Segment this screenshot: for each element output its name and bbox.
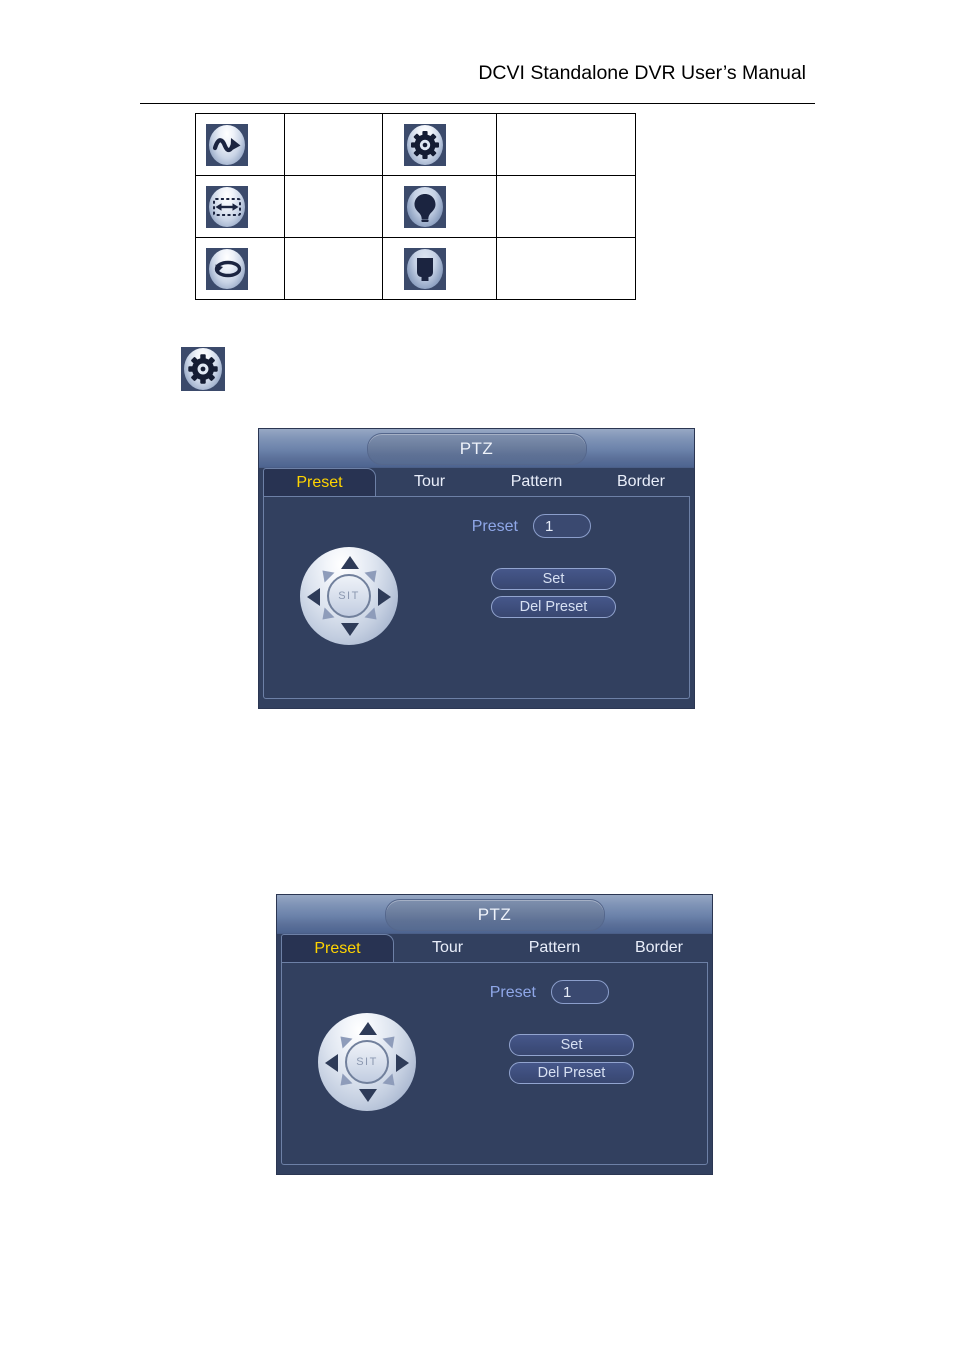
- ptz-window-top: PTZ Preset Tour Pattern Border Preset 1 …: [258, 428, 695, 709]
- ptz-titlebar: PTZ: [277, 895, 712, 934]
- dpad-center-button[interactable]: SIT: [345, 1040, 389, 1084]
- page-header-title: DCVI Standalone DVR User’s Manual: [478, 62, 806, 84]
- table-cell-icon: [382, 237, 497, 300]
- ptz-panel-preset: Preset 1 Set Del Preset SIT: [281, 962, 708, 1165]
- dpad-left-icon[interactable]: [325, 1054, 338, 1072]
- tab-border[interactable]: Border: [608, 934, 710, 962]
- set-button[interactable]: Set: [491, 568, 616, 590]
- dpad-down-icon[interactable]: [341, 623, 359, 636]
- dpad-up-right-icon[interactable]: [384, 1035, 397, 1048]
- set-button[interactable]: Set: [509, 1034, 634, 1056]
- wiper-icon: [404, 247, 446, 290]
- del-preset-button[interactable]: Del Preset: [509, 1062, 634, 1084]
- tab-tour[interactable]: Tour: [376, 468, 483, 496]
- dpad-down-left-icon[interactable]: [337, 1077, 350, 1090]
- dpad-up-left-icon[interactable]: [337, 1035, 350, 1048]
- table-cell-desc: [496, 237, 636, 300]
- dpad-up-right-icon[interactable]: [366, 569, 379, 582]
- tab-tour[interactable]: Tour: [394, 934, 501, 962]
- tab-pattern[interactable]: Pattern: [501, 934, 608, 962]
- ptz-tab-bar: Preset Tour Pattern Border: [277, 934, 712, 962]
- table-row: [195, 113, 636, 176]
- table-row: [195, 237, 636, 300]
- icon-legend-table: [195, 113, 636, 300]
- tab-preset[interactable]: Preset: [281, 934, 394, 962]
- dpad-right-icon[interactable]: [378, 588, 391, 606]
- dpad-up-left-icon[interactable]: [319, 569, 332, 582]
- gear-icon: [404, 123, 446, 166]
- ptz-window-bottom: PTZ Preset Tour Pattern Border Preset 1 …: [276, 894, 713, 1175]
- preset-input[interactable]: 1: [533, 514, 591, 538]
- table-cell-icon: [382, 113, 497, 176]
- standalone-gear-icon-wrapper: [181, 347, 225, 391]
- dpad-up-icon[interactable]: [359, 1022, 377, 1035]
- table-row: [195, 175, 636, 238]
- table-cell-desc: [284, 237, 383, 300]
- preset-input[interactable]: 1: [551, 980, 609, 1004]
- ptz-panel-preset: Preset 1 Set Del Preset SIT: [263, 496, 690, 699]
- ptz-titlebar: PTZ: [259, 429, 694, 468]
- dpad-down-right-icon[interactable]: [366, 611, 379, 624]
- table-cell-desc: [284, 175, 383, 238]
- table-cell-icon: [195, 237, 285, 300]
- preset-label: Preset: [489, 984, 536, 1001]
- auto-pan-rotate-icon: [206, 247, 248, 290]
- table-cell-desc: [284, 113, 383, 176]
- dpad-down-icon[interactable]: [359, 1089, 377, 1102]
- dpad-down-left-icon[interactable]: [319, 611, 332, 624]
- preset-label: Preset: [471, 518, 518, 535]
- dpad-left-icon[interactable]: [307, 588, 320, 606]
- light-bulb-icon: [404, 185, 446, 228]
- ptz-direction-pad: SIT: [318, 1013, 416, 1111]
- table-cell-desc: [496, 113, 636, 176]
- table-cell-icon: [382, 175, 497, 238]
- page-header-rule: [140, 103, 815, 104]
- dpad-down-right-icon[interactable]: [384, 1077, 397, 1090]
- dpad-right-icon[interactable]: [396, 1054, 409, 1072]
- gear-icon: [181, 347, 225, 391]
- del-preset-button[interactable]: Del Preset: [491, 596, 616, 618]
- ptz-tab-bar: Preset Tour Pattern Border: [259, 468, 694, 496]
- dpad-center-button[interactable]: SIT: [327, 574, 371, 618]
- ptz-window-title: PTZ: [366, 433, 587, 465]
- table-cell-desc: [496, 175, 636, 238]
- pattern-wave-icon: [206, 123, 248, 166]
- ptz-window-title: PTZ: [384, 899, 605, 931]
- ptz-direction-pad: SIT: [300, 547, 398, 645]
- tab-preset[interactable]: Preset: [263, 468, 376, 496]
- table-cell-icon: [195, 113, 285, 176]
- tab-border[interactable]: Border: [590, 468, 692, 496]
- dpad-up-icon[interactable]: [341, 556, 359, 569]
- tab-pattern[interactable]: Pattern: [483, 468, 590, 496]
- border-scan-icon: [206, 185, 248, 228]
- table-cell-icon: [195, 175, 285, 238]
